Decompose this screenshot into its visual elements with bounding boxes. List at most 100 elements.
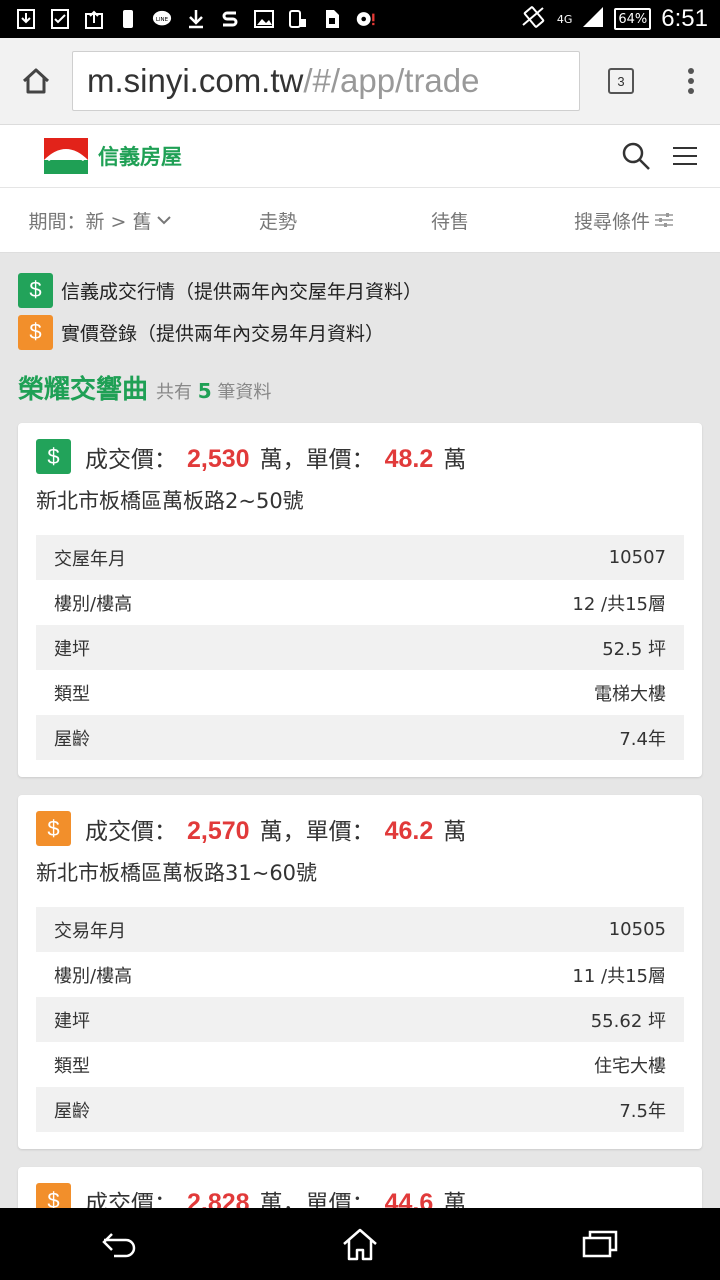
- url-host: m.sinyi.com.tw: [87, 62, 304, 99]
- table-row: 交屋年月 10507: [36, 535, 684, 580]
- row-label: 屋齡: [54, 728, 90, 750]
- unit-end-label: 萬: [443, 818, 467, 845]
- line-app-icon: LINE: [152, 9, 172, 29]
- dollar-icon: $: [18, 272, 53, 308]
- card-header: $ 成交價： 2,530 萬，單價： 48.2 萬: [36, 439, 466, 474]
- table-row: 類型 電梯大樓: [36, 670, 684, 715]
- status-bar: LINE 4G 64% 6:51: [0, 0, 720, 38]
- legend-item-sinyi: $ 信義成交行情（提供兩年內交屋年月資料）: [18, 272, 422, 308]
- clock: 6:51: [661, 5, 708, 32]
- svg-text:LINE: LINE: [156, 17, 169, 23]
- check-icon: [50, 9, 70, 29]
- dollar-icon: $: [36, 811, 71, 846]
- browser-toolbar: m.sinyi.com.tw/#/app/trade 3: [0, 38, 720, 125]
- deal-price-label: 成交價：: [85, 1190, 177, 1209]
- row-label: 類型: [54, 683, 90, 705]
- row-value: 10507: [608, 547, 666, 568]
- header-menu-button[interactable]: [656, 136, 714, 176]
- url-bar[interactable]: m.sinyi.com.tw/#/app/trade: [72, 51, 580, 111]
- dollar-icon: $: [18, 314, 53, 350]
- upload-icon: [84, 9, 104, 29]
- unit-price-label: 萬，單價：: [259, 1190, 375, 1209]
- row-value: 住宅大樓: [594, 1055, 666, 1077]
- unit-price-value: 44.6: [384, 1188, 434, 1209]
- s-app-icon: [220, 9, 240, 29]
- count-number: 5: [197, 379, 212, 403]
- table-row: 建坪 52.5 坪: [36, 625, 684, 670]
- download-icon: [16, 9, 36, 29]
- content-area[interactable]: $ 信義成交行情（提供兩年內交屋年月資料） $ 實價登錄（提供兩年內交易年月資料…: [0, 253, 720, 1208]
- tab-for-sale[interactable]: 待售: [366, 207, 534, 234]
- brand-logo[interactable]: 信義房屋: [44, 138, 182, 174]
- deal-price-value: 2,828: [187, 1188, 250, 1209]
- dollar-icon: $: [36, 1183, 71, 1208]
- device-icon: [288, 9, 308, 29]
- back-icon: [102, 1233, 136, 1258]
- row-label: 建坪: [54, 1010, 90, 1032]
- battery-level: 64%: [618, 11, 648, 27]
- count-suffix: 筆資料: [217, 382, 272, 403]
- row-label: 類型: [54, 1055, 90, 1077]
- row-value: 12 /共15層: [572, 593, 666, 615]
- count-prefix: 共有: [156, 382, 193, 403]
- table-row: 屋齡 7.5年: [36, 1087, 684, 1132]
- network-type: 4G: [556, 12, 573, 26]
- more-vertical-icon: [688, 68, 694, 94]
- listing-card[interactable]: $ 成交價： 2,828 萬，單價： 44.6 萬: [18, 1167, 702, 1208]
- recent-apps-button[interactable]: [560, 1214, 640, 1274]
- search-icon: [622, 142, 650, 170]
- unit-price-label: 萬，單價：: [259, 446, 375, 473]
- recent-apps-icon: [582, 1230, 618, 1258]
- search-conditions-button[interactable]: 搜尋條件: [534, 207, 714, 234]
- deal-price-label: 成交價：: [85, 446, 177, 473]
- sinyi-logo-icon: [44, 138, 88, 174]
- listing-address: 新北市板橋區萬板路31~60號: [36, 861, 318, 885]
- chevron-down-icon: [156, 216, 171, 225]
- row-label: 建坪: [54, 638, 90, 660]
- row-value: 55.62 坪: [590, 1010, 666, 1032]
- row-value: 10505: [608, 919, 666, 940]
- legend-text: 信義成交行情（提供兩年內交屋年月資料）: [61, 280, 423, 303]
- table-row: 建坪 55.62 坪: [36, 997, 684, 1042]
- browser-menu-button[interactable]: [662, 38, 720, 124]
- unit-end-label: 萬: [443, 446, 467, 473]
- row-value: 11 /共15層: [572, 965, 666, 987]
- listing-card[interactable]: $ 成交價： 2,530 萬，單價： 48.2 萬 新北市板橋區萬板路2~50號…: [18, 423, 702, 777]
- battery-indicator: 64%: [614, 8, 652, 30]
- url-path: /#/app/trade: [303, 62, 480, 99]
- unit-end-label: 萬: [443, 1190, 467, 1209]
- deal-price-value: 2,570: [187, 816, 250, 845]
- signal-icon: [582, 6, 604, 32]
- legend: $ 信義成交行情（提供兩年內交屋年月資料） $ 實價登錄（提供兩年內交易年月資料…: [18, 272, 422, 356]
- tab-trend-label: 走勢: [258, 210, 297, 233]
- tab-trend[interactable]: 走勢: [190, 207, 366, 234]
- image-icon: [254, 9, 274, 29]
- row-value: 52.5 坪: [602, 638, 666, 660]
- tab-count: 3: [608, 68, 634, 94]
- table-row: 樓別/樓高 11 /共15層: [36, 952, 684, 997]
- listing-card[interactable]: $ 成交價： 2,570 萬，單價： 46.2 萬 新北市板橋區萬板路31~60…: [18, 795, 702, 1149]
- deal-price-value: 2,530: [187, 444, 250, 473]
- header-search-button[interactable]: [616, 136, 656, 176]
- period-sort-dropdown[interactable]: 期間：新 > 舊: [10, 207, 190, 234]
- row-value: 電梯大樓: [594, 683, 666, 705]
- back-button[interactable]: [80, 1214, 160, 1274]
- table-row: 屋齡 7.4年: [36, 715, 684, 760]
- deal-price-label: 成交價：: [85, 818, 177, 845]
- home-button[interactable]: [320, 1214, 400, 1274]
- row-value: 7.4年: [619, 728, 666, 750]
- hamburger-icon: [673, 147, 697, 165]
- table-row: 類型 住宅大樓: [36, 1042, 684, 1087]
- browser-home-button[interactable]: [0, 38, 72, 124]
- tab-switcher-button[interactable]: 3: [580, 38, 662, 124]
- tab-for-sale-label: 待售: [430, 210, 469, 233]
- row-label: 屋齡: [54, 1100, 90, 1122]
- file-icon: [322, 9, 342, 29]
- phone-icon: [118, 9, 138, 29]
- vibrate-icon: [521, 5, 547, 33]
- home-icon: [343, 1228, 377, 1261]
- filter-sliders-icon: [655, 213, 673, 227]
- table-row: 樓別/樓高 12 /共15層: [36, 580, 684, 625]
- detail-table: 交屋年月 10507 樓別/樓高 12 /共15層 建坪 52.5 坪 類型 電梯大樓 …: [36, 535, 684, 760]
- price-line: 成交價： 2,530 萬，單價： 48.2 萬: [85, 440, 466, 474]
